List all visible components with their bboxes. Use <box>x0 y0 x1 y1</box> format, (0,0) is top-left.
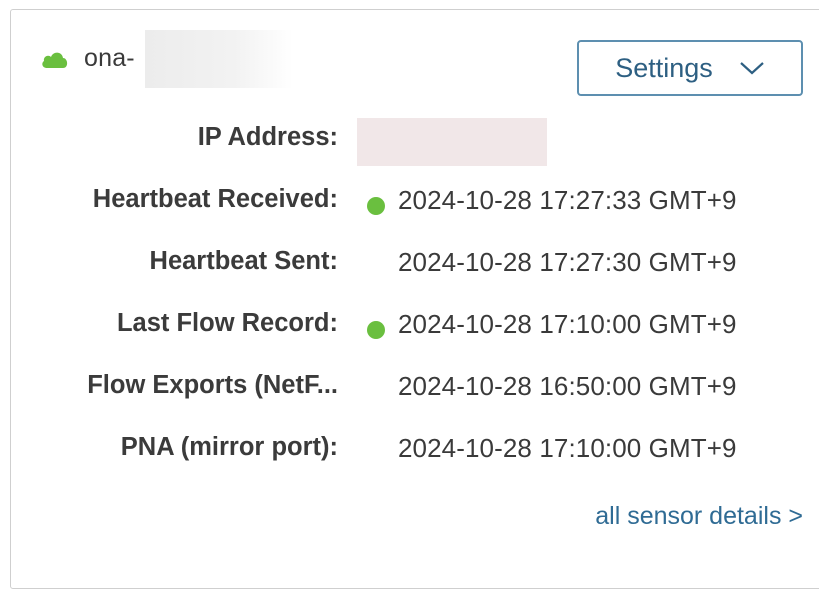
settings-button[interactable]: Settings <box>577 40 803 96</box>
detail-label: Last Flow Record: <box>116 309 338 337</box>
redacted-sensor-name <box>145 30 293 88</box>
detail-row-ip-address: IP Address: <box>0 115 819 166</box>
chevron-down-icon <box>739 60 765 76</box>
detail-row-flow-exports: Flow Exports (NetF... 2024-10-28 16:50:0… <box>0 363 819 413</box>
detail-label: Heartbeat Sent: <box>149 247 338 275</box>
detail-label: PNA (mirror port): <box>120 433 338 461</box>
detail-row-heartbeat-sent: Heartbeat Sent: 2024-10-28 17:27:30 GMT+… <box>0 239 819 289</box>
detail-value: 2024-10-28 17:10:00 GMT+9 <box>398 433 737 463</box>
detail-row-heartbeat-received: Heartbeat Received: 2024-10-28 17:27:33 … <box>0 177 819 227</box>
status-ok-icon <box>367 321 385 339</box>
settings-label: Settings <box>615 52 713 83</box>
sensor-name[interactable]: ona- <box>84 44 135 73</box>
status-ok-icon <box>367 197 385 215</box>
detail-label: Flow Exports (NetF... <box>87 371 338 399</box>
detail-value: 2024-10-28 17:27:33 GMT+9 <box>398 185 737 215</box>
detail-label: Heartbeat Received: <box>92 185 338 213</box>
redacted-ip-address <box>357 118 547 166</box>
detail-row-last-flow-record: Last Flow Record: 2024-10-28 17:10:00 GM… <box>0 301 819 351</box>
detail-row-pna-mirror-port: PNA (mirror port): 2024-10-28 17:10:00 G… <box>0 425 819 475</box>
sensor-header: ona- <box>40 44 135 73</box>
detail-label: IP Address: <box>197 123 338 151</box>
detail-value: 2024-10-28 17:27:30 GMT+9 <box>398 247 737 277</box>
detail-value: 2024-10-28 16:50:00 GMT+9 <box>398 371 737 401</box>
detail-value: 2024-10-28 17:10:00 GMT+9 <box>398 309 737 339</box>
cloud-icon <box>40 48 70 70</box>
all-sensor-details-link[interactable]: all sensor details > <box>595 502 803 531</box>
